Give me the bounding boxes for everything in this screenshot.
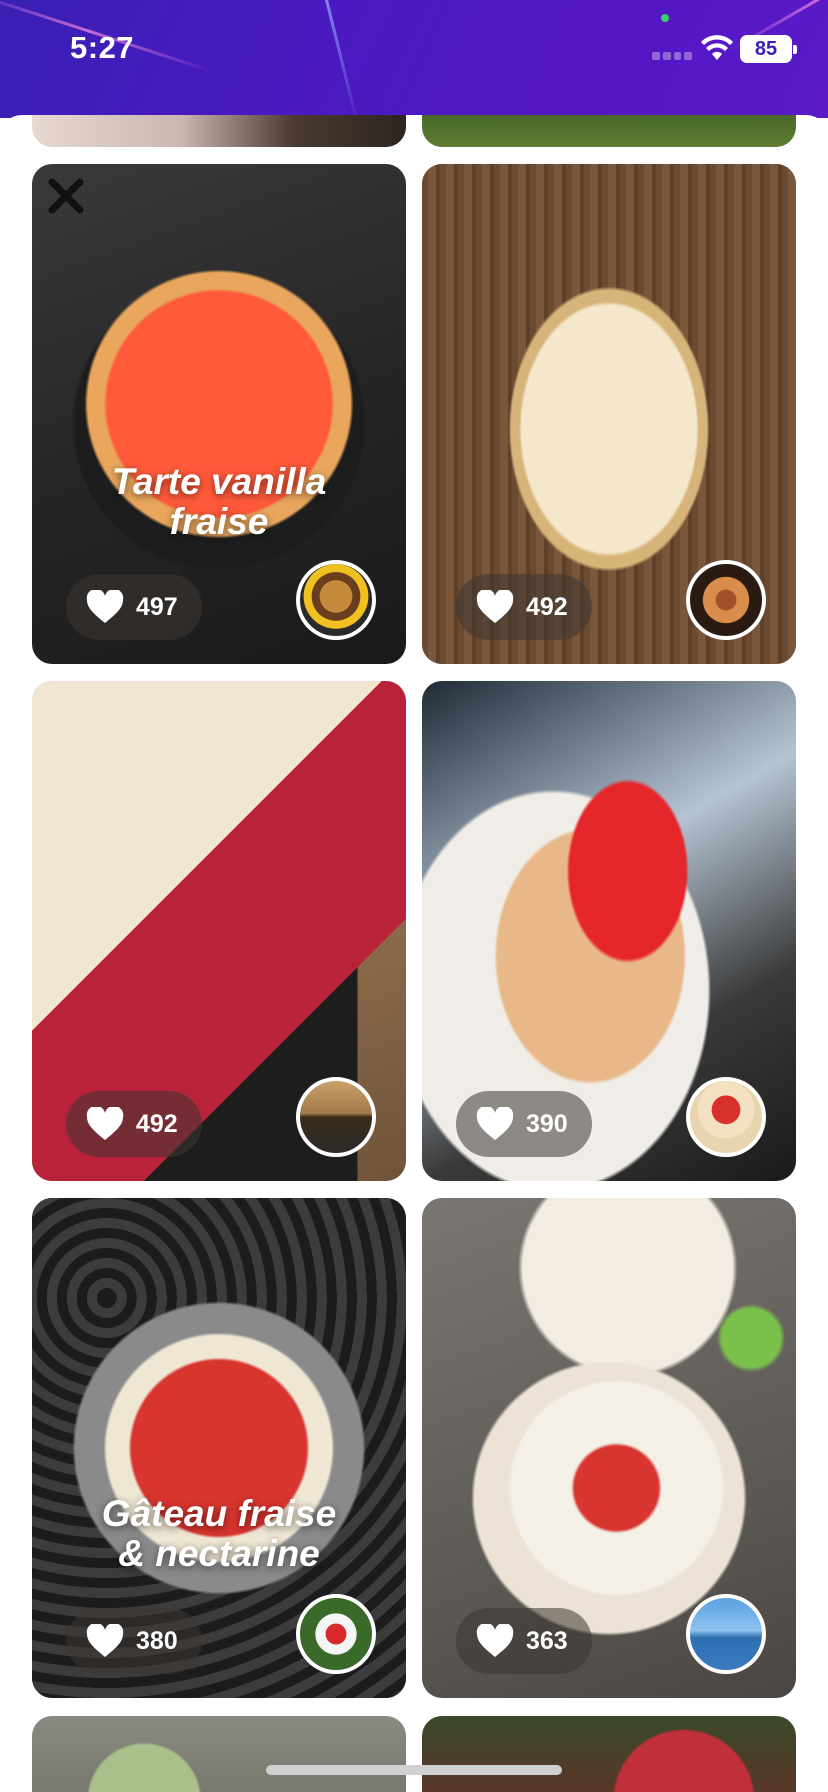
like-count: 497 (136, 592, 178, 621)
heart-icon (476, 1107, 514, 1140)
recipe-card[interactable]: 363 (422, 1198, 796, 1698)
recipe-card-partial[interactable] (422, 1716, 796, 1792)
battery-icon: 85 (740, 35, 797, 63)
user-avatar[interactable] (686, 1594, 766, 1674)
recipe-title: Gâteau fraise & nectarine (101, 1493, 337, 1574)
status-bar: 5:27 85 (0, 0, 828, 118)
user-avatar[interactable] (296, 1594, 376, 1674)
like-button[interactable]: 390 (456, 1091, 592, 1157)
recipe-card[interactable]: 492 (32, 681, 406, 1181)
recipe-card[interactable]: Gâteau fraise & nectarine 380 (32, 1198, 406, 1698)
recipe-card-partial[interactable] (422, 115, 796, 147)
user-avatar[interactable] (686, 1077, 766, 1157)
recipe-card[interactable]: 390 (422, 681, 796, 1181)
like-count: 492 (526, 592, 568, 621)
like-button[interactable]: 380 (66, 1608, 202, 1674)
like-count: 363 (526, 1626, 568, 1655)
like-count: 390 (526, 1109, 568, 1138)
like-button[interactable]: 497 (66, 574, 202, 640)
like-count: 492 (136, 1109, 178, 1138)
user-avatar[interactable] (686, 560, 766, 640)
heart-icon (476, 1624, 514, 1657)
like-button[interactable]: 363 (456, 1608, 592, 1674)
user-avatar[interactable] (296, 560, 376, 640)
heart-icon (86, 1624, 124, 1657)
heart-icon (86, 1107, 124, 1140)
recipe-feed[interactable]: Tarte vanilla fraise 497 492 492 390 Gât… (0, 115, 828, 1792)
recipe-title: Tarte vanilla fraise (111, 461, 327, 542)
like-button[interactable]: 492 (66, 1091, 202, 1157)
like-button[interactable]: 492 (456, 574, 592, 640)
decorative-streak (323, 0, 360, 118)
recipe-card-partial[interactable] (32, 115, 406, 147)
privacy-indicator-dot (661, 14, 669, 22)
recipe-card-partial[interactable] (32, 1716, 406, 1792)
heart-icon (476, 590, 514, 623)
cellular-signal-icon (652, 52, 692, 60)
recipe-card[interactable]: 492 (422, 164, 796, 664)
status-time: 5:27 (70, 30, 135, 65)
heart-icon (86, 590, 124, 623)
like-count: 380 (136, 1626, 178, 1655)
recipe-card[interactable]: Tarte vanilla fraise 497 (32, 164, 406, 664)
close-icon[interactable] (44, 174, 88, 218)
home-indicator[interactable] (266, 1765, 562, 1775)
wifi-icon (701, 35, 733, 60)
user-avatar[interactable] (296, 1077, 376, 1157)
